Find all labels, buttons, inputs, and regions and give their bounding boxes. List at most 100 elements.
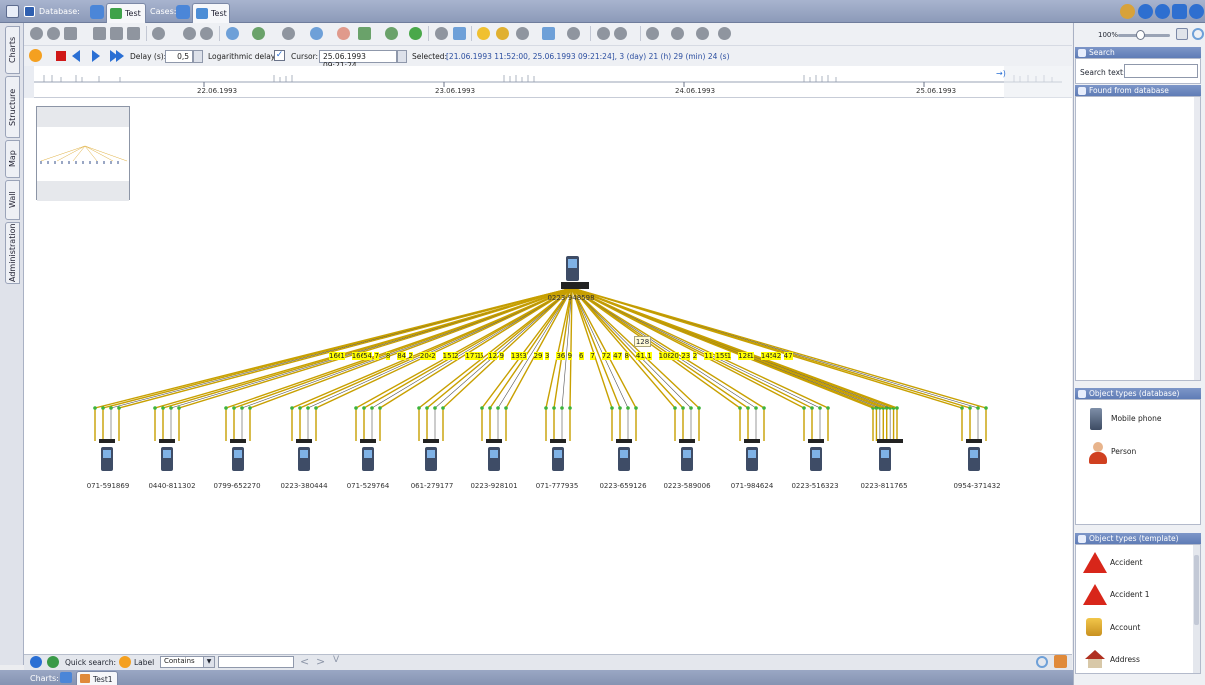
new-chart-icon[interactable] xyxy=(60,672,72,683)
settings-icon[interactable] xyxy=(119,656,131,668)
phone-node[interactable] xyxy=(618,447,630,471)
list-item-accident-1[interactable]: Accident 1 xyxy=(1083,582,1183,608)
phone-node[interactable] xyxy=(362,447,374,471)
search-text-input[interactable] xyxy=(1124,64,1198,78)
move-icon[interactable] xyxy=(152,27,165,40)
list-item-address[interactable]: Address xyxy=(1083,648,1183,672)
layout-circle-icon[interactable] xyxy=(337,27,350,40)
phone-node[interactable] xyxy=(681,447,693,471)
clipboard-icon[interactable] xyxy=(127,27,140,40)
layout-star-icon[interactable] xyxy=(282,27,295,40)
dropdown-arrow-icon[interactable]: ▼ xyxy=(203,656,215,668)
database-connect-icon[interactable] xyxy=(90,5,104,19)
phone-node[interactable] xyxy=(161,447,173,471)
phone-node[interactable] xyxy=(101,447,113,471)
highlight-icon[interactable] xyxy=(496,27,509,40)
save-icon[interactable] xyxy=(110,27,123,40)
zoom-icon[interactable] xyxy=(671,27,684,40)
delay-input[interactable]: 0,5 xyxy=(165,50,193,63)
match-mode-select[interactable]: Contains xyxy=(160,656,204,668)
object-types-template-header[interactable]: Object types (template) xyxy=(1075,533,1201,544)
users-tool-icon[interactable] xyxy=(47,27,60,40)
phone-node[interactable] xyxy=(552,447,564,471)
picture-icon[interactable] xyxy=(542,27,555,40)
list-item-account[interactable]: Account xyxy=(1083,616,1183,640)
search-prev-icon[interactable]: < xyxy=(300,655,309,668)
phone-node[interactable] xyxy=(746,447,758,471)
quick-search-input[interactable] xyxy=(218,656,294,668)
close-icon[interactable] xyxy=(1189,4,1204,19)
redo-icon[interactable] xyxy=(200,27,213,40)
phone-node[interactable] xyxy=(232,447,244,471)
found-results-list[interactable] xyxy=(1075,96,1201,381)
tab-database-test[interactable]: Test xyxy=(106,3,146,23)
search-graph-icon[interactable] xyxy=(516,27,529,40)
tab-chart-test1[interactable]: Test1 xyxy=(76,671,118,685)
root-node[interactable] xyxy=(561,256,589,289)
link-analysis-icon[interactable] xyxy=(385,27,398,40)
globe-icon[interactable] xyxy=(47,656,59,668)
record-icon[interactable] xyxy=(30,27,43,40)
tab-map[interactable]: Map xyxy=(5,140,20,178)
timeline[interactable]: →) xyxy=(24,66,1072,98)
phone-node[interactable] xyxy=(425,447,437,471)
step-back-icon[interactable] xyxy=(72,50,80,62)
zoom-in-icon[interactable] xyxy=(696,27,709,40)
list-item-person[interactable]: Person xyxy=(1086,440,1186,468)
cases-connect-icon[interactable] xyxy=(176,5,190,19)
phone-node[interactable] xyxy=(968,447,980,471)
cursor-input[interactable]: 25.06.1993 09:21:24 xyxy=(319,50,397,70)
pen-icon[interactable] xyxy=(597,27,610,40)
fit-window-icon[interactable] xyxy=(1176,28,1188,40)
step-forward-icon[interactable] xyxy=(92,50,100,62)
users-icon[interactable] xyxy=(1120,4,1135,19)
tools-icon[interactable] xyxy=(435,27,448,40)
phone-node[interactable] xyxy=(810,447,822,471)
color-icon[interactable] xyxy=(614,27,627,40)
tab-administration[interactable]: Administration xyxy=(5,222,20,284)
merge-icon[interactable] xyxy=(409,27,422,40)
layout-icon[interactable] xyxy=(64,27,77,40)
tab-cases-test[interactable]: Test xyxy=(192,3,230,23)
info-icon[interactable] xyxy=(1155,4,1170,19)
zoom-slider-thumb[interactable] xyxy=(1136,30,1145,40)
zoom-search-icon[interactable] xyxy=(1192,28,1204,40)
log-delay-checkbox[interactable]: ✓ xyxy=(274,50,285,61)
list-item-accident[interactable]: Accident xyxy=(1083,550,1183,576)
zoom-out-icon[interactable] xyxy=(718,27,731,40)
network-graph[interactable] xyxy=(24,98,1072,654)
app-menu-icon[interactable] xyxy=(6,5,19,18)
layout-radial-icon[interactable] xyxy=(310,27,323,40)
undo-icon[interactable] xyxy=(183,27,196,40)
search-panel-header[interactable]: Search xyxy=(1075,47,1201,58)
layout-tree-icon[interactable] xyxy=(226,27,239,40)
select-area-icon[interactable] xyxy=(453,27,466,40)
list-item-mobile-phone[interactable]: Mobile phone xyxy=(1086,405,1186,433)
zoom-fit-icon[interactable] xyxy=(1036,656,1048,668)
layout-grid-icon[interactable] xyxy=(358,27,371,40)
phone-node[interactable] xyxy=(298,447,310,471)
star-icon[interactable] xyxy=(477,27,490,40)
delay-spinner[interactable] xyxy=(193,50,203,63)
tab-wall[interactable]: Wall xyxy=(5,180,20,220)
stop-icon[interactable] xyxy=(56,51,66,61)
chart-edit-icon[interactable] xyxy=(1054,655,1067,668)
help-icon[interactable] xyxy=(1138,4,1153,19)
window-restore-icon[interactable] xyxy=(1172,4,1187,19)
results-scrollbar[interactable] xyxy=(1194,97,1200,380)
phone-node[interactable] xyxy=(488,447,500,471)
timeline-settings-icon[interactable] xyxy=(29,49,42,62)
object-types-db-header[interactable]: Object types (database) xyxy=(1075,388,1201,399)
search-next-icon[interactable]: > xyxy=(316,655,325,668)
info-icon[interactable] xyxy=(30,656,42,668)
zoom-slider[interactable] xyxy=(1118,30,1170,40)
search-expand-icon[interactable]: V xyxy=(333,655,339,665)
layout-hierarchy-icon[interactable] xyxy=(252,27,265,40)
window-icon[interactable] xyxy=(93,27,106,40)
tab-charts[interactable]: Charts xyxy=(5,26,20,74)
comment-icon[interactable] xyxy=(567,27,580,40)
filter-icon[interactable] xyxy=(646,27,659,40)
phone-node[interactable] xyxy=(879,447,891,471)
tab-structure[interactable]: Structure xyxy=(5,76,20,138)
cursor-spinner[interactable] xyxy=(397,50,407,63)
